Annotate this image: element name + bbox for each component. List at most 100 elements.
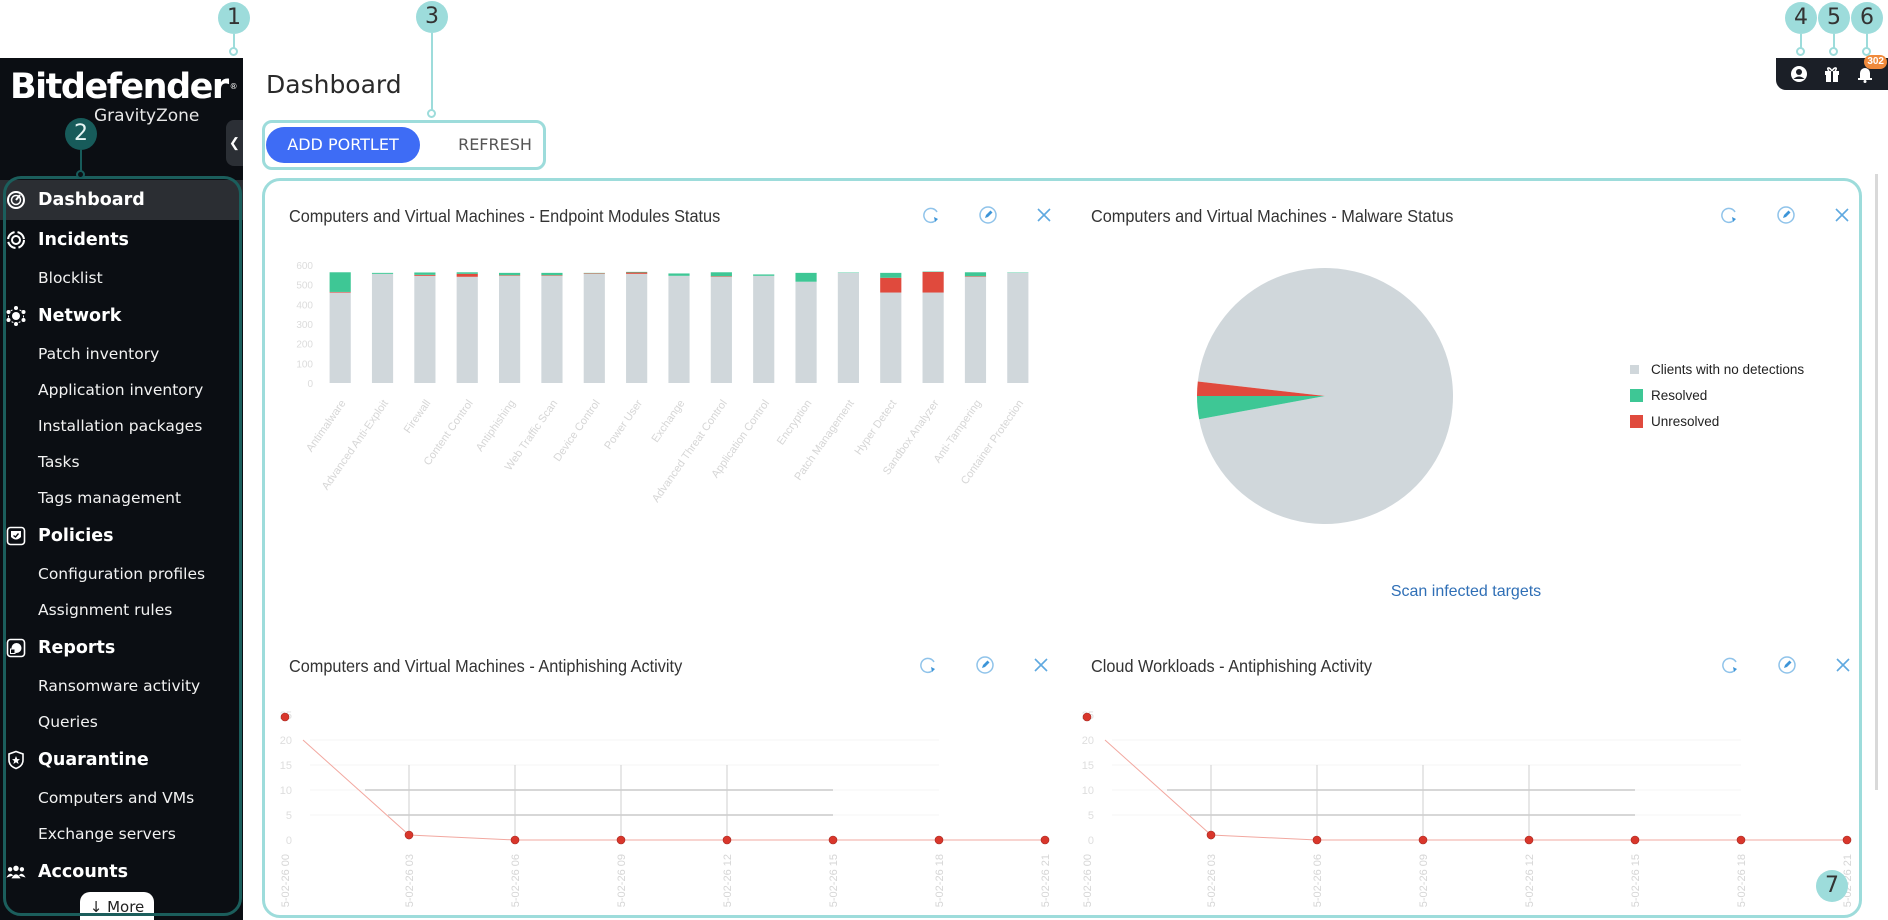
collapse-sidebar-button[interactable]: ❮ bbox=[226, 120, 243, 166]
edit-icon[interactable] bbox=[1776, 654, 1798, 676]
x-tick-label: 5-02-26 12 bbox=[722, 854, 734, 907]
sidebar-subitem-application-inventory[interactable]: Application inventory bbox=[0, 372, 243, 408]
annotation-marker-4: 4 bbox=[1785, 2, 1817, 34]
y-tick-label: 0 bbox=[286, 835, 292, 847]
data-point bbox=[1736, 835, 1746, 845]
bar-segment-base bbox=[753, 275, 775, 383]
sidebar-subitem-patch-inventory[interactable]: Patch inventory bbox=[0, 336, 243, 372]
y-tick-label: 20 bbox=[280, 735, 292, 747]
annotation-marker-7: 7 bbox=[1816, 870, 1848, 902]
sidebar-subitem-tags-management[interactable]: Tags management bbox=[0, 480, 243, 516]
sidebar-subitem-configuration-profiles[interactable]: Configuration profiles bbox=[0, 556, 243, 592]
sidebar-subitem-tasks[interactable]: Tasks bbox=[0, 444, 243, 480]
sidebar-subitem-queries[interactable]: Queries bbox=[0, 704, 243, 740]
bar-segment-unresolved bbox=[456, 273, 478, 277]
page-scrollbar[interactable] bbox=[1875, 174, 1878, 790]
bar-segment-resolved bbox=[880, 272, 902, 278]
bar-segment-unresolved bbox=[880, 277, 902, 293]
refresh-button[interactable]: REFRESH bbox=[450, 127, 540, 163]
edit-icon[interactable] bbox=[974, 654, 996, 676]
annotation-marker-1: 1 bbox=[218, 2, 250, 34]
pie-chart: Clients with no detections Resolved Unreso… bbox=[1197, 268, 1804, 600]
annotation-marker-6: 6 bbox=[1851, 2, 1883, 34]
bar-segment-base bbox=[668, 275, 690, 383]
refresh-icon[interactable] bbox=[1720, 654, 1742, 676]
bar-segment-base bbox=[329, 292, 351, 383]
bar-chart: 0100200300400500600AntimalwareAdvanced A… bbox=[296, 261, 1029, 505]
bar-segment-base bbox=[456, 276, 478, 383]
y-tick-label: 20 bbox=[1082, 735, 1094, 747]
data-point bbox=[1312, 835, 1322, 845]
bar-segment-unresolved bbox=[499, 275, 521, 276]
close-icon[interactable] bbox=[1033, 204, 1055, 226]
y-tick-label: 15 bbox=[280, 760, 292, 772]
sidebar-item-label: Network bbox=[38, 306, 122, 326]
y-tick-label: 100 bbox=[296, 359, 313, 370]
y-tick-label: 0 bbox=[307, 379, 313, 390]
sidebar-item-accounts[interactable]: Accounts bbox=[0, 852, 243, 892]
sidebar-item-quarantine[interactable]: Quarantine bbox=[0, 740, 243, 780]
sidebar-item-label: Reports bbox=[38, 638, 116, 658]
close-icon[interactable] bbox=[1030, 654, 1052, 676]
gift-icon[interactable] bbox=[1821, 63, 1843, 85]
refresh-icon[interactable] bbox=[918, 654, 940, 676]
add-portlet-button[interactable]: ADD PORTLET bbox=[266, 127, 420, 163]
sidebar-item-policies[interactable]: Policies bbox=[0, 516, 243, 556]
refresh-icon[interactable] bbox=[921, 204, 943, 226]
sidebar-subitem-ransomware-activity[interactable]: Ransomware activity bbox=[0, 668, 243, 704]
y-tick-label: 300 bbox=[296, 320, 313, 331]
bar-segment-resolved bbox=[499, 272, 521, 276]
y-tick-label: 0 bbox=[1088, 835, 1094, 847]
annotation-anchor-dot bbox=[1862, 47, 1871, 56]
close-icon[interactable] bbox=[1832, 654, 1854, 676]
bar-segment-resolved bbox=[541, 272, 563, 276]
data-point bbox=[1524, 835, 1534, 845]
sidebar-item-reports[interactable]: Reports bbox=[0, 628, 243, 668]
sidebar-subitem-assignment-rules[interactable]: Assignment rules bbox=[0, 592, 243, 628]
y-tick-label: 10 bbox=[1082, 785, 1094, 797]
sidebar-subitem-exchange-servers[interactable]: Exchange servers bbox=[0, 816, 243, 852]
y-tick-label: 15 bbox=[1082, 760, 1094, 772]
dashboard-gauge-icon bbox=[6, 190, 26, 210]
bar-segment-resolved bbox=[371, 272, 394, 274]
data-point bbox=[934, 835, 944, 845]
data-point bbox=[828, 835, 838, 845]
incidents-target-icon bbox=[6, 230, 26, 250]
top-toolbar: 302 bbox=[1776, 55, 1888, 90]
reports-pie-icon bbox=[6, 638, 26, 658]
bar-segment-base bbox=[499, 275, 521, 383]
x-tick-label: 5-02-26 06 bbox=[1312, 854, 1324, 907]
bar-segment-base bbox=[964, 276, 987, 383]
x-tick-label: 5-02-26 21 bbox=[1040, 854, 1052, 907]
x-tick-label: Firewall bbox=[402, 398, 434, 436]
bar-segment-resolved bbox=[753, 274, 775, 276]
x-tick-label: Hyper Detect bbox=[853, 398, 900, 457]
bar-segment-unresolved bbox=[583, 273, 605, 274]
sidebar-subitem-computers-and-vms[interactable]: Computers and VMs bbox=[0, 780, 243, 816]
sidebar-item-incidents[interactable]: Incidents bbox=[0, 220, 243, 260]
brand-name: Bitdefender ® bbox=[10, 67, 238, 107]
x-tick-label: Power User bbox=[602, 398, 645, 452]
logo[interactable]: Bitdefender ® GravityZone bbox=[10, 67, 238, 126]
quarantine-shield-star-icon bbox=[6, 750, 26, 770]
annotation-anchor-dot bbox=[229, 47, 238, 56]
bar-segment-unresolved bbox=[541, 275, 563, 276]
bar-segment-resolved bbox=[456, 272, 478, 274]
line-chart: 05101520255-02-26 005-02-26 035-02-26 06… bbox=[1082, 710, 1854, 907]
y-tick-label: 5 bbox=[286, 810, 292, 822]
sidebar-subitem-blocklist[interactable]: Blocklist bbox=[0, 260, 243, 296]
annotation-leader-line bbox=[431, 33, 433, 111]
bell-notification-icon[interactable]: 302 bbox=[1854, 55, 1887, 85]
sidebar-subitem-installation-packages[interactable]: Installation packages bbox=[0, 408, 243, 444]
user-account-icon[interactable] bbox=[1788, 63, 1810, 85]
sidebar-item-network[interactable]: Network bbox=[0, 296, 243, 336]
legend-label: Clients with no detections bbox=[1651, 362, 1804, 377]
portlet-title: Computers and Virtual Machines - Antiphi… bbox=[289, 656, 683, 676]
portlet-title: Computers and Virtual Machines - Endpoin… bbox=[289, 206, 721, 226]
sidebar: Bitdefender ® GravityZone ❮ Dashboard Inci… bbox=[0, 58, 243, 920]
bar-segment-base bbox=[837, 272, 859, 383]
sidebar-item-dashboard[interactable]: Dashboard bbox=[0, 180, 243, 220]
more-button[interactable]: ↓ More bbox=[80, 892, 154, 920]
edit-icon[interactable] bbox=[977, 204, 999, 226]
scan-infected-targets-link[interactable]: Scan infected targets bbox=[1391, 583, 1541, 600]
